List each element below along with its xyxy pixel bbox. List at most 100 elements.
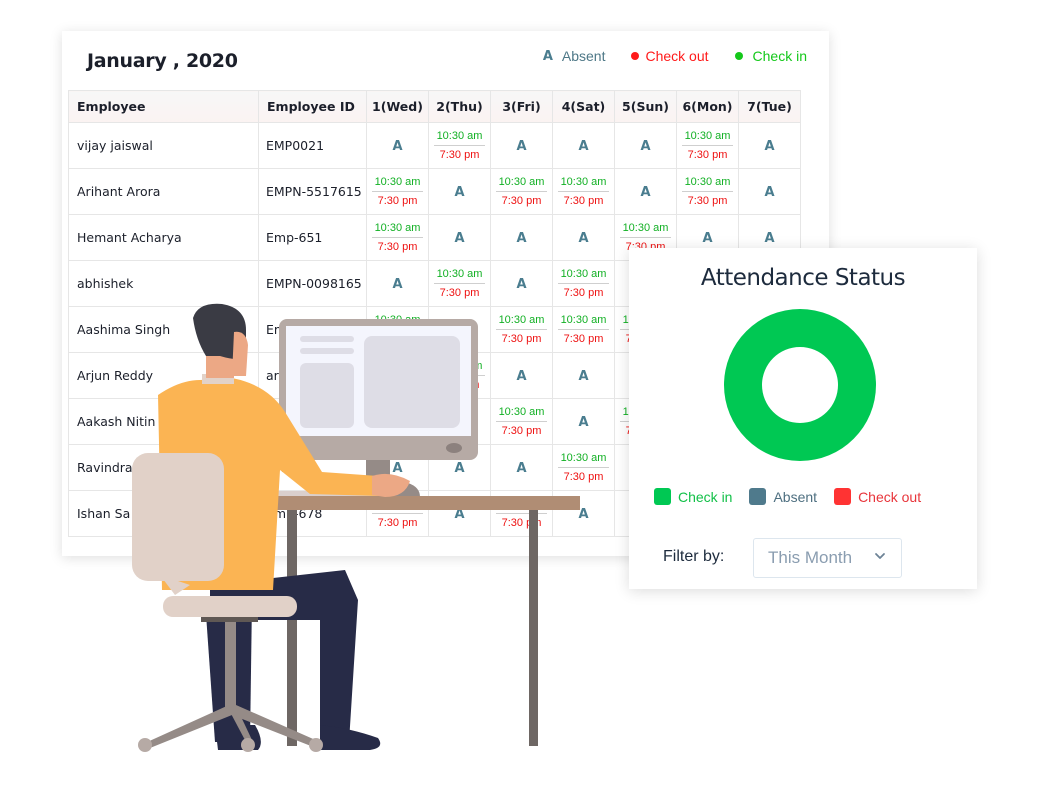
absent-cell: A xyxy=(490,444,553,491)
absent-mark: A xyxy=(764,184,775,200)
employee-name: Arihant Arora xyxy=(68,168,259,215)
employee-name: Ravindra xyxy=(68,444,259,491)
calendar-legend: A Absent Check out Check in xyxy=(517,48,807,64)
employee-id: Emp-678 xyxy=(258,490,367,537)
absent-cell: A xyxy=(366,122,429,169)
absent-cell: A xyxy=(552,490,615,537)
table-header-row: Employee Employee ID 1(Wed) 2(Thu) 3(Fri) 4(S… xyxy=(68,90,801,123)
check-out-time: 7:30 pm xyxy=(501,194,542,207)
absent-cell: A xyxy=(738,122,801,169)
employee-name: Aakash Nitin xyxy=(68,398,259,445)
absent-mark: A xyxy=(578,414,589,430)
check-in-time: 10:30 am xyxy=(433,267,486,284)
empty-cell xyxy=(428,306,491,353)
absent-cell: A xyxy=(614,168,677,215)
present-cell: 10:30 am 7:30 pm xyxy=(428,260,491,307)
column-header: 5(Sun) xyxy=(614,90,677,123)
legend-swatch-icon xyxy=(749,488,767,505)
present-cell: 10:30 am 7:30 pm xyxy=(366,490,429,537)
absent-mark: A xyxy=(640,184,651,200)
check-out-time: 7:30 pm xyxy=(501,332,542,345)
absent-mark: A xyxy=(454,506,465,522)
absent-mark: A xyxy=(454,184,465,200)
present-cell: 10:30 am 7:30 pm xyxy=(428,122,491,169)
absent-mark: A xyxy=(640,138,651,154)
filter-label: Filter by: xyxy=(663,548,725,565)
check-out-time: 7:30 pm xyxy=(377,332,418,345)
time-pair: 10:30 am 7:30 pm xyxy=(371,175,424,209)
absent-mark-icon: A xyxy=(542,48,553,64)
absent-cell: A xyxy=(552,214,615,261)
absent-mark: A xyxy=(702,230,713,246)
absent-cell: A xyxy=(614,122,677,169)
person-shoe-left xyxy=(215,725,261,750)
time-pair: 10:30 am 7:30 pm xyxy=(557,451,610,485)
absent-mark: A xyxy=(516,138,527,154)
check-out-time: 7:30 pm xyxy=(439,148,480,161)
absent-mark: A xyxy=(516,460,527,476)
present-cell: 10:30 am 7:30 pm xyxy=(676,122,739,169)
filter-dropdown[interactable]: This Month xyxy=(753,538,902,578)
employee-name: abhishek xyxy=(68,260,259,307)
legend-checkout: Check out xyxy=(631,48,709,64)
check-out-time: 7:30 pm xyxy=(563,332,604,345)
empty-cell xyxy=(366,352,429,399)
time-pair: 10:30 am 7:30 pm xyxy=(681,175,734,209)
time-pair: 10:30 am 7:30 pm xyxy=(681,129,734,163)
check-out-time: 7:30 pm xyxy=(439,378,480,391)
legend-checkin: Check in xyxy=(734,48,807,64)
absent-mark: A xyxy=(392,138,403,154)
status-legend-label: Absent xyxy=(773,488,818,505)
absent-mark: A xyxy=(578,506,589,522)
check-out-time: 7:30 pm xyxy=(501,424,542,437)
calendar-title: January , 2020 xyxy=(87,50,238,72)
check-out-time: 7:30 pm xyxy=(501,516,542,529)
status-legend: Check in Absent Check out xyxy=(654,488,938,505)
absent-cell: A xyxy=(738,168,801,215)
status-legend-label: Check out xyxy=(858,488,922,505)
absent-cell: A xyxy=(490,122,553,169)
check-in-time: 10:30 am xyxy=(495,497,548,514)
time-pair: 10:30 am 7:30 pm xyxy=(371,497,424,531)
time-pair: 10:30 am 7:30 pm xyxy=(371,313,424,347)
time-pair: 10:30 am 7:30 pm xyxy=(433,267,486,301)
check-in-time: 10:30 am xyxy=(433,129,486,146)
present-cell: 10:30 am 7:30 pm xyxy=(428,352,491,399)
empty-cell xyxy=(428,398,491,445)
table-row[interactable]: Arihant Arora EMPN-5517615 10:30 am 7:30 pm… xyxy=(68,168,801,215)
time-pair: 10:30 am 7:30 pm xyxy=(371,221,424,255)
absent-cell: A xyxy=(428,168,491,215)
absent-cell: A xyxy=(490,352,553,399)
employee-name: Hemant Acharya xyxy=(68,214,259,261)
check-out-time: 7:30 pm xyxy=(563,194,604,207)
absent-cell: A xyxy=(490,214,553,261)
chevron-down-icon xyxy=(875,553,885,559)
status-legend-item: Check out xyxy=(834,488,921,505)
checkout-dot-icon xyxy=(631,52,640,60)
time-pair: 10:30 am 7:30 pm xyxy=(557,267,610,301)
check-in-time: 10:30 am xyxy=(371,497,424,514)
column-header: 3(Fri) xyxy=(490,90,553,123)
status-title: Attendance Status xyxy=(700,265,906,291)
present-cell: 10:30 am 7:30 pm xyxy=(490,490,553,537)
column-header: 7(Tue) xyxy=(738,90,801,123)
column-header: Employee xyxy=(68,90,259,123)
absent-cell: A xyxy=(428,214,491,261)
present-cell: 10:30 am 7:30 pm xyxy=(552,260,615,307)
donut-slice-check-in xyxy=(724,309,876,461)
check-in-time: 10:30 am xyxy=(557,313,610,330)
table-row[interactable]: vijay jaiswal EMP0021 A 10:30 am 7:30 pm A A A 1… xyxy=(68,122,801,169)
present-cell: 10:30 am 7:30 pm xyxy=(552,444,615,491)
status-legend-label: Check in xyxy=(678,488,733,505)
check-in-time: 10:30 am xyxy=(495,313,548,330)
status-legend-item: Check in xyxy=(654,488,732,505)
filter-selected-value: This Month xyxy=(768,548,853,567)
legend-absent: A Absent xyxy=(543,48,606,64)
absent-mark: A xyxy=(764,230,775,246)
absent-cell: A xyxy=(428,490,491,537)
check-in-time: 10:30 am xyxy=(371,313,424,330)
legend-swatch-icon xyxy=(654,488,671,505)
present-cell: 10:30 am 7:30 pm xyxy=(490,398,553,445)
time-pair: 10:30 am 7:30 pm xyxy=(557,175,610,209)
column-header: 1(Wed) xyxy=(366,90,429,123)
